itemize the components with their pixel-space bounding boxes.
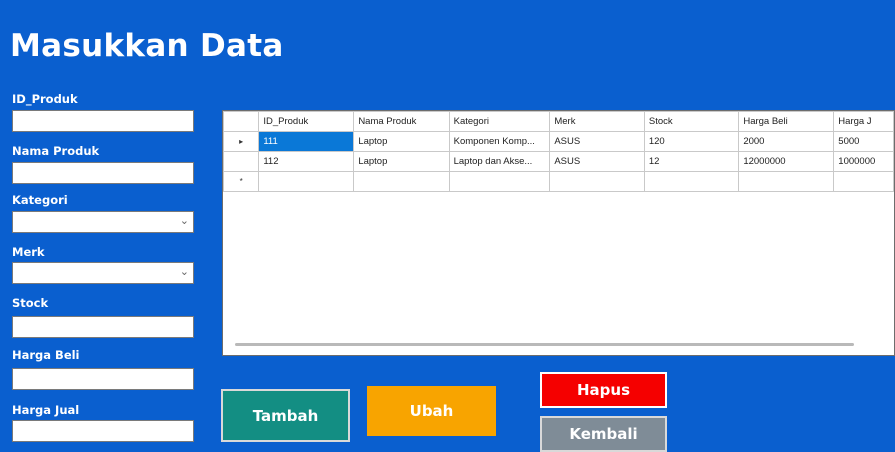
table-cell[interactable]: 5000: [833, 131, 894, 152]
table-cell[interactable]: 12: [643, 151, 740, 172]
table-cell[interactable]: Laptop dan Akse...: [448, 151, 551, 172]
column-header[interactable]: Nama Produk: [353, 111, 450, 132]
table-cell[interactable]: Laptop: [353, 151, 450, 172]
nama-produk-input[interactable]: [12, 162, 194, 184]
label-nama-produk: Nama Produk: [12, 144, 100, 158]
product-data-grid[interactable]: ID_Produk Nama Produk Kategori Merk Stoc…: [222, 110, 895, 356]
column-header[interactable]: Kategori: [448, 111, 551, 132]
page-title: Masukkan Data: [10, 28, 284, 64]
table-cell[interactable]: [643, 171, 740, 192]
label-harga-beli: Harga Beli: [12, 348, 80, 362]
id-produk-input[interactable]: [12, 110, 194, 132]
row-header[interactable]: [223, 151, 260, 172]
chevron-down-icon[interactable]: ⌄: [180, 265, 189, 278]
table-header-row: ID_Produk Nama Produk Kategori Merk Stoc…: [223, 111, 894, 132]
table-cell[interactable]: 111: [258, 131, 355, 152]
table-cell[interactable]: [549, 171, 645, 192]
hapus-button[interactable]: Hapus: [540, 372, 667, 408]
table-cell[interactable]: 112: [258, 151, 355, 172]
table-cell[interactable]: 2000: [738, 131, 835, 152]
new-row-asterisk-icon[interactable]: *: [223, 171, 260, 192]
kembali-button[interactable]: Kembali: [540, 416, 667, 452]
table-cell[interactable]: [258, 171, 355, 192]
column-header[interactable]: Merk: [549, 111, 645, 132]
table-cell[interactable]: [738, 171, 835, 192]
label-stock: Stock: [12, 296, 49, 310]
chevron-down-icon[interactable]: ⌄: [180, 214, 189, 227]
table-cell[interactable]: ASUS: [549, 131, 645, 152]
label-kategori: Kategori: [12, 193, 68, 207]
label-id-produk: ID_Produk: [12, 92, 78, 106]
harga-jual-input[interactable]: [12, 420, 194, 442]
column-header[interactable]: Stock: [643, 111, 740, 132]
harga-beli-input[interactable]: [12, 368, 194, 390]
current-row-indicator-icon[interactable]: ▸: [223, 131, 260, 152]
table-cell[interactable]: [353, 171, 450, 192]
table-cell[interactable]: Komponen Komp...: [448, 131, 551, 152]
tambah-button[interactable]: Tambah: [221, 389, 350, 442]
table-cell[interactable]: 12000000: [738, 151, 835, 172]
label-merk: Merk: [12, 245, 45, 259]
column-header[interactable]: Harga J: [833, 111, 894, 132]
stock-input[interactable]: [12, 316, 194, 338]
table-cell[interactable]: 1000000: [833, 151, 894, 172]
merk-dropdown[interactable]: ⌄: [12, 262, 194, 284]
table-cell[interactable]: Laptop: [353, 131, 450, 152]
kategori-dropdown[interactable]: ⌄: [12, 211, 194, 233]
table-cell[interactable]: ASUS: [549, 151, 645, 172]
horizontal-scrollbar[interactable]: [235, 343, 854, 346]
table-cell[interactable]: 120: [643, 131, 740, 152]
column-header[interactable]: ID_Produk: [258, 111, 355, 132]
product-table: ID_Produk Nama Produk Kategori Merk Stoc…: [223, 111, 894, 192]
table-cell[interactable]: [833, 171, 894, 192]
new-row[interactable]: *: [223, 171, 894, 192]
label-harga-jual: Harga Jual: [12, 403, 80, 417]
table-row[interactable]: ▸ 111 Laptop Komponen Komp... ASUS 120 2…: [223, 131, 894, 152]
table-cell[interactable]: [448, 171, 551, 192]
ubah-button[interactable]: Ubah: [367, 386, 496, 436]
row-header-corner: [223, 111, 260, 132]
column-header[interactable]: Harga Beli: [738, 111, 835, 132]
table-row[interactable]: 112 Laptop Laptop dan Akse... ASUS 12 12…: [223, 151, 894, 172]
